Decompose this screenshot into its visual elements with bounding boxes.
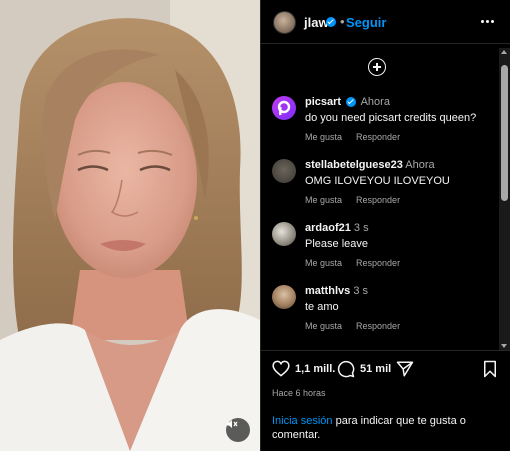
comment-button[interactable]: 51 mil [337,360,391,378]
post-details-panel: jlaw • Seguir picsart Ahora do you need … [260,0,510,451]
comment-item: picsart Ahora do you need picsart credit… [261,90,501,150]
like-button[interactable]: 1,1 mill. [272,360,335,377]
comment-actions: Me gusta Responder [305,132,400,142]
comment-username[interactable]: stellabetelguese23 [305,159,403,171]
reply-comment-button[interactable]: Responder [356,258,400,268]
comment-actions: Me gusta Responder [305,195,400,205]
verified-badge-icon [346,97,357,108]
comment-bubble-icon [337,360,355,378]
author-username[interactable]: jlaw [304,15,329,30]
scroll-up-arrow-icon[interactable] [501,50,507,54]
bookmark-icon [484,360,496,378]
comment-username[interactable]: picsart [305,96,341,108]
picsart-logo-icon[interactable] [272,96,296,120]
mute-button[interactable] [226,418,250,442]
author-avatar[interactable] [273,11,296,34]
comment-text: Please leave [305,238,368,250]
like-comment-button[interactable]: Me gusta [305,321,342,331]
more-options-icon[interactable] [481,20,494,23]
save-button[interactable] [482,360,498,378]
comment-item: stellabetelguese23 Ahora OMG ILOVEYOU IL… [261,153,501,213]
comment-time: Ahora [405,159,435,171]
video-player[interactable] [0,0,260,451]
post-timestamp: Hace 6 horas [272,388,326,398]
paper-plane-icon [396,361,414,377]
comment-header: stellabetelguese23 Ahora [305,159,435,171]
heart-icon [272,360,290,377]
like-comment-button[interactable]: Me gusta [305,195,342,205]
scrollbar-thumb[interactable] [501,65,508,201]
avatar-photo-icon[interactable] [272,285,296,309]
reply-comment-button[interactable]: Responder [356,321,400,331]
default-avatar-icon[interactable] [272,159,296,183]
comment-username[interactable]: ardaof21 [305,222,351,234]
comment-text: do you need picsart credits queen? [305,112,477,124]
comment-item: matthlvs 3 s te amo Me gusta Responder [261,279,501,339]
like-comment-button[interactable]: Me gusta [305,132,342,142]
comment-text: OMG ILOVEYOU ILOVEYOU [305,175,450,187]
comment-header: picsart Ahora [305,96,390,108]
avatar-photo-icon[interactable] [272,222,296,246]
comment-actions: Me gusta Responder [305,258,400,268]
separator-dot: • [340,14,345,29]
comment-username[interactable]: matthlvs [305,285,350,297]
comment-time: 3 s [353,285,368,297]
post-header: jlaw • Seguir [261,0,510,44]
scroll-down-arrow-icon[interactable] [501,344,507,348]
comment-header: ardaof21 3 s [305,222,369,234]
video-frame-image [0,0,260,451]
reply-comment-button[interactable]: Responder [356,132,400,142]
comment-item: ardaof21 3 s Please leave Me gusta Respo… [261,216,501,276]
comments-list: picsart Ahora do you need picsart credit… [261,90,501,350]
post-actions-bar: 1,1 mill. 51 mil [261,357,510,385]
share-button[interactable] [396,360,414,378]
comment-time: Ahora [360,96,390,108]
comment-header: matthlvs 3 s [305,285,368,297]
speaker-muted-icon [227,420,238,428]
likes-count: 1,1 mill. [295,362,336,375]
follow-button[interactable]: Seguir [346,15,386,30]
comment-text: te amo [305,301,339,313]
verified-badge-icon [326,17,336,27]
reply-comment-button[interactable]: Responder [356,195,400,205]
actions-divider [261,350,510,351]
login-prompt: Inicia sesión para indicar que te gusta … [272,414,502,442]
like-comment-button[interactable]: Me gusta [305,258,342,268]
load-more-comments-icon[interactable] [368,58,386,76]
comments-count: 51 mil [360,363,392,375]
comments-scrollbar[interactable] [499,48,510,350]
login-link[interactable]: Inicia sesión [272,415,333,427]
comment-actions: Me gusta Responder [305,321,400,331]
comment-time: 3 s [353,222,369,234]
